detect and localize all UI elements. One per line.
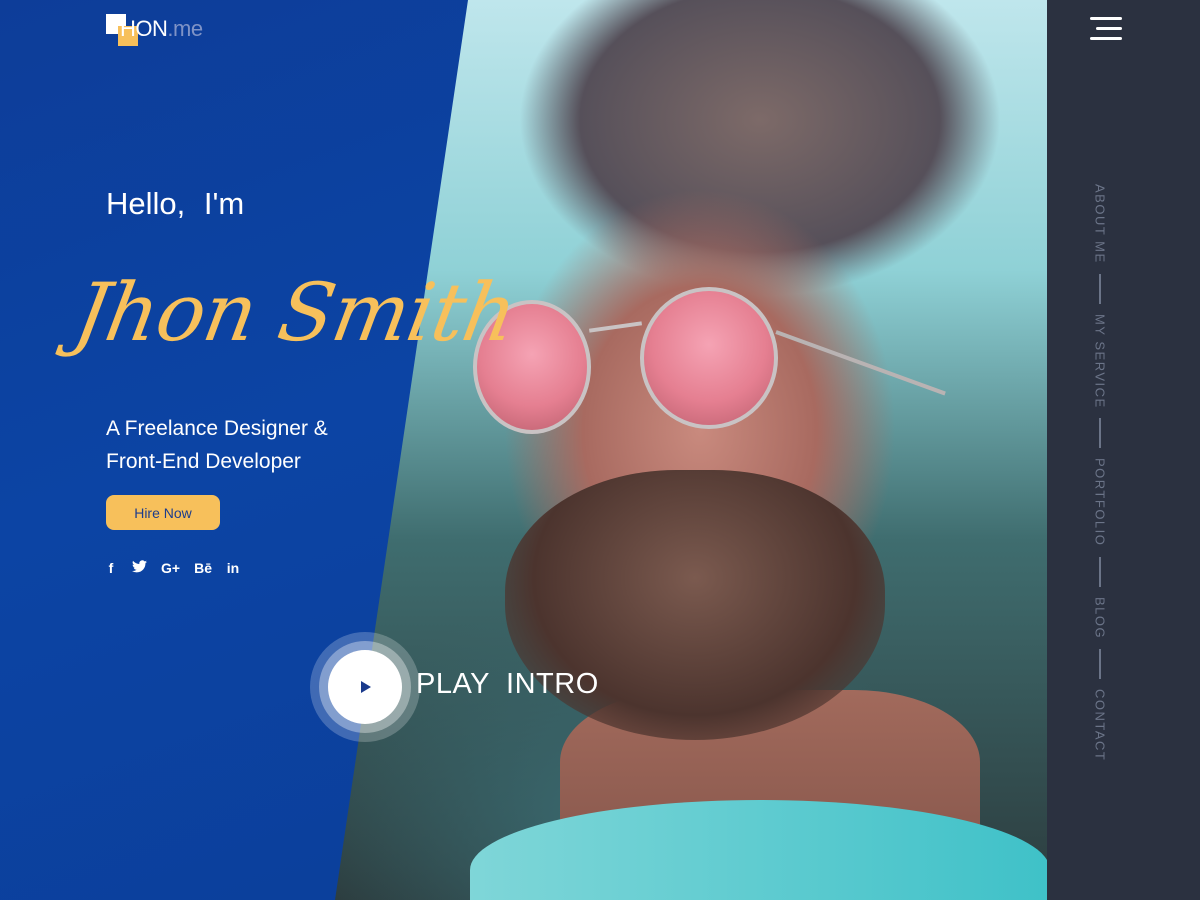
- nav-separator: [1099, 556, 1101, 587]
- play-button[interactable]: [328, 650, 402, 724]
- nav-item-portfolio[interactable]: PORTFOLIO: [1093, 458, 1108, 546]
- play-icon: [361, 681, 371, 693]
- hero-tagline-line1: A Freelance Designer &: [106, 417, 328, 440]
- hero-tagline: A Freelance Designer & Front-End Develop…: [106, 412, 366, 478]
- nav-item-my-service[interactable]: MY SERVICE: [1093, 314, 1108, 409]
- nav-separator: [1099, 273, 1101, 304]
- hire-now-button[interactable]: Hire Now: [106, 495, 220, 530]
- sunglasses-right-lens: [640, 287, 778, 429]
- vertical-nav: ABOUT ME MY SERVICE PORTFOLIO BLOG CONTA…: [1090, 184, 1110, 761]
- hamburger-menu-icon[interactable]: [1088, 14, 1124, 44]
- facebook-icon[interactable]: f: [104, 560, 118, 576]
- right-sidebar: [1047, 0, 1200, 900]
- logo-text-suffix: .me: [167, 16, 203, 41]
- nav-separator: [1099, 418, 1101, 449]
- play-intro-label[interactable]: PLAY INTRO: [416, 668, 599, 701]
- linkedin-icon[interactable]: in: [226, 560, 240, 576]
- google-plus-icon[interactable]: G+: [161, 560, 180, 576]
- hero-name: Jhon Smith: [67, 266, 523, 359]
- nav-item-blog[interactable]: BLOG: [1093, 597, 1108, 639]
- logo-text-main: HON: [120, 16, 168, 41]
- site-logo[interactable]: HON.me: [106, 14, 246, 48]
- behance-icon[interactable]: Bē: [194, 560, 212, 576]
- hero-greeting: Hello, I'm: [106, 186, 245, 221]
- sunglasses-temple: [775, 330, 946, 396]
- menu-line: [1090, 37, 1122, 40]
- sunglasses-bridge: [588, 321, 643, 333]
- social-links: f G+ Bē in: [104, 560, 240, 576]
- menu-line: [1096, 27, 1122, 30]
- nav-item-about-me[interactable]: ABOUT ME: [1093, 184, 1108, 264]
- nav-item-contact[interactable]: CONTACT: [1093, 689, 1108, 761]
- nav-separator: [1099, 648, 1101, 679]
- menu-line: [1090, 17, 1122, 20]
- logo-text: HON.me: [120, 16, 203, 42]
- play-intro-control: [310, 632, 420, 742]
- hero-tagline-line2: Front-End Developer: [106, 450, 301, 473]
- twitter-icon[interactable]: [132, 560, 147, 576]
